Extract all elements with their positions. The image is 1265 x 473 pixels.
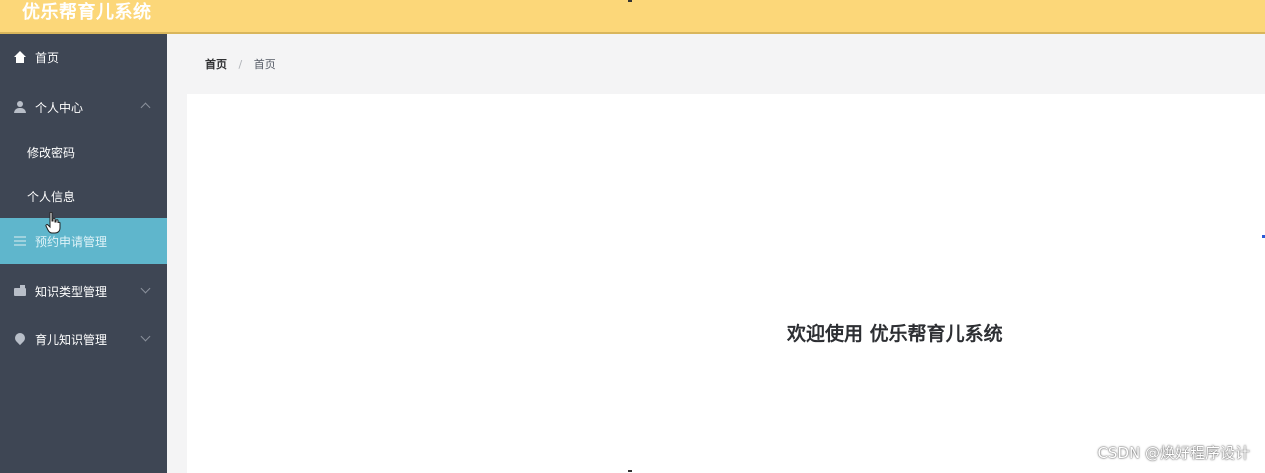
breadcrumb-current: 首页 (253, 58, 276, 71)
breadcrumb-separator: / (238, 58, 243, 71)
sidebar-item-label: 预约申请管理 (35, 234, 108, 249)
sidebar: 首页 个人中心 修改密码 个人信息 预约申请管理 知识类型管理 育儿知识管理 (0, 34, 167, 473)
sidebar-item-parenting-knowledge-management[interactable]: 育儿知识管理 (0, 316, 167, 362)
chevron-down-icon (140, 283, 151, 294)
sidebar-item-label: 知识类型管理 (35, 284, 108, 299)
user-icon (14, 101, 26, 113)
edge-mark (628, 0, 632, 2)
sidebar-item-label: 个人中心 (35, 100, 84, 115)
sidebar-subitem-label: 修改密码 (27, 145, 76, 160)
chevron-down-icon (140, 331, 151, 342)
folder-icon (14, 285, 26, 297)
edge-mark (628, 470, 632, 472)
home-icon (14, 51, 26, 63)
sidebar-item-knowledge-type-management[interactable]: 知识类型管理 (0, 268, 167, 314)
sidebar-subitem-change-password[interactable]: 修改密码 (0, 130, 167, 174)
breadcrumb-home-link[interactable]: 首页 (205, 58, 227, 71)
app-title: 优乐帮育儿系统 (22, 2, 152, 23)
sidebar-subitem-personal-info[interactable]: 个人信息 (0, 174, 167, 218)
sidebar-subitem-label: 个人信息 (27, 189, 76, 204)
location-pin-icon (14, 333, 26, 345)
breadcrumb: 首页 / 首页 (205, 56, 276, 72)
top-header-bar: 优乐帮育儿系统 (0, 0, 1265, 34)
chevron-up-icon (140, 102, 151, 113)
sidebar-item-personal-center[interactable]: 个人中心 (0, 84, 167, 130)
main-area: 首页 / 首页 欢迎使用 优乐帮育儿系统 CSDN @焕好程序设计 (167, 34, 1265, 473)
content-card: 欢迎使用 优乐帮育儿系统 CSDN @焕好程序设计 (187, 94, 1265, 473)
sidebar-item-appointment-management[interactable]: 预约申请管理 (0, 218, 167, 264)
sidebar-item-label: 育儿知识管理 (35, 332, 108, 347)
welcome-message: 欢迎使用 优乐帮育儿系统 (787, 323, 1003, 345)
watermark: CSDN @焕好程序设计 (1097, 444, 1250, 462)
sidebar-item-label: 首页 (35, 50, 60, 65)
hand-pointer-cursor-icon (45, 212, 61, 234)
sidebar-item-home[interactable]: 首页 (0, 34, 167, 80)
menu-icon (14, 235, 26, 247)
